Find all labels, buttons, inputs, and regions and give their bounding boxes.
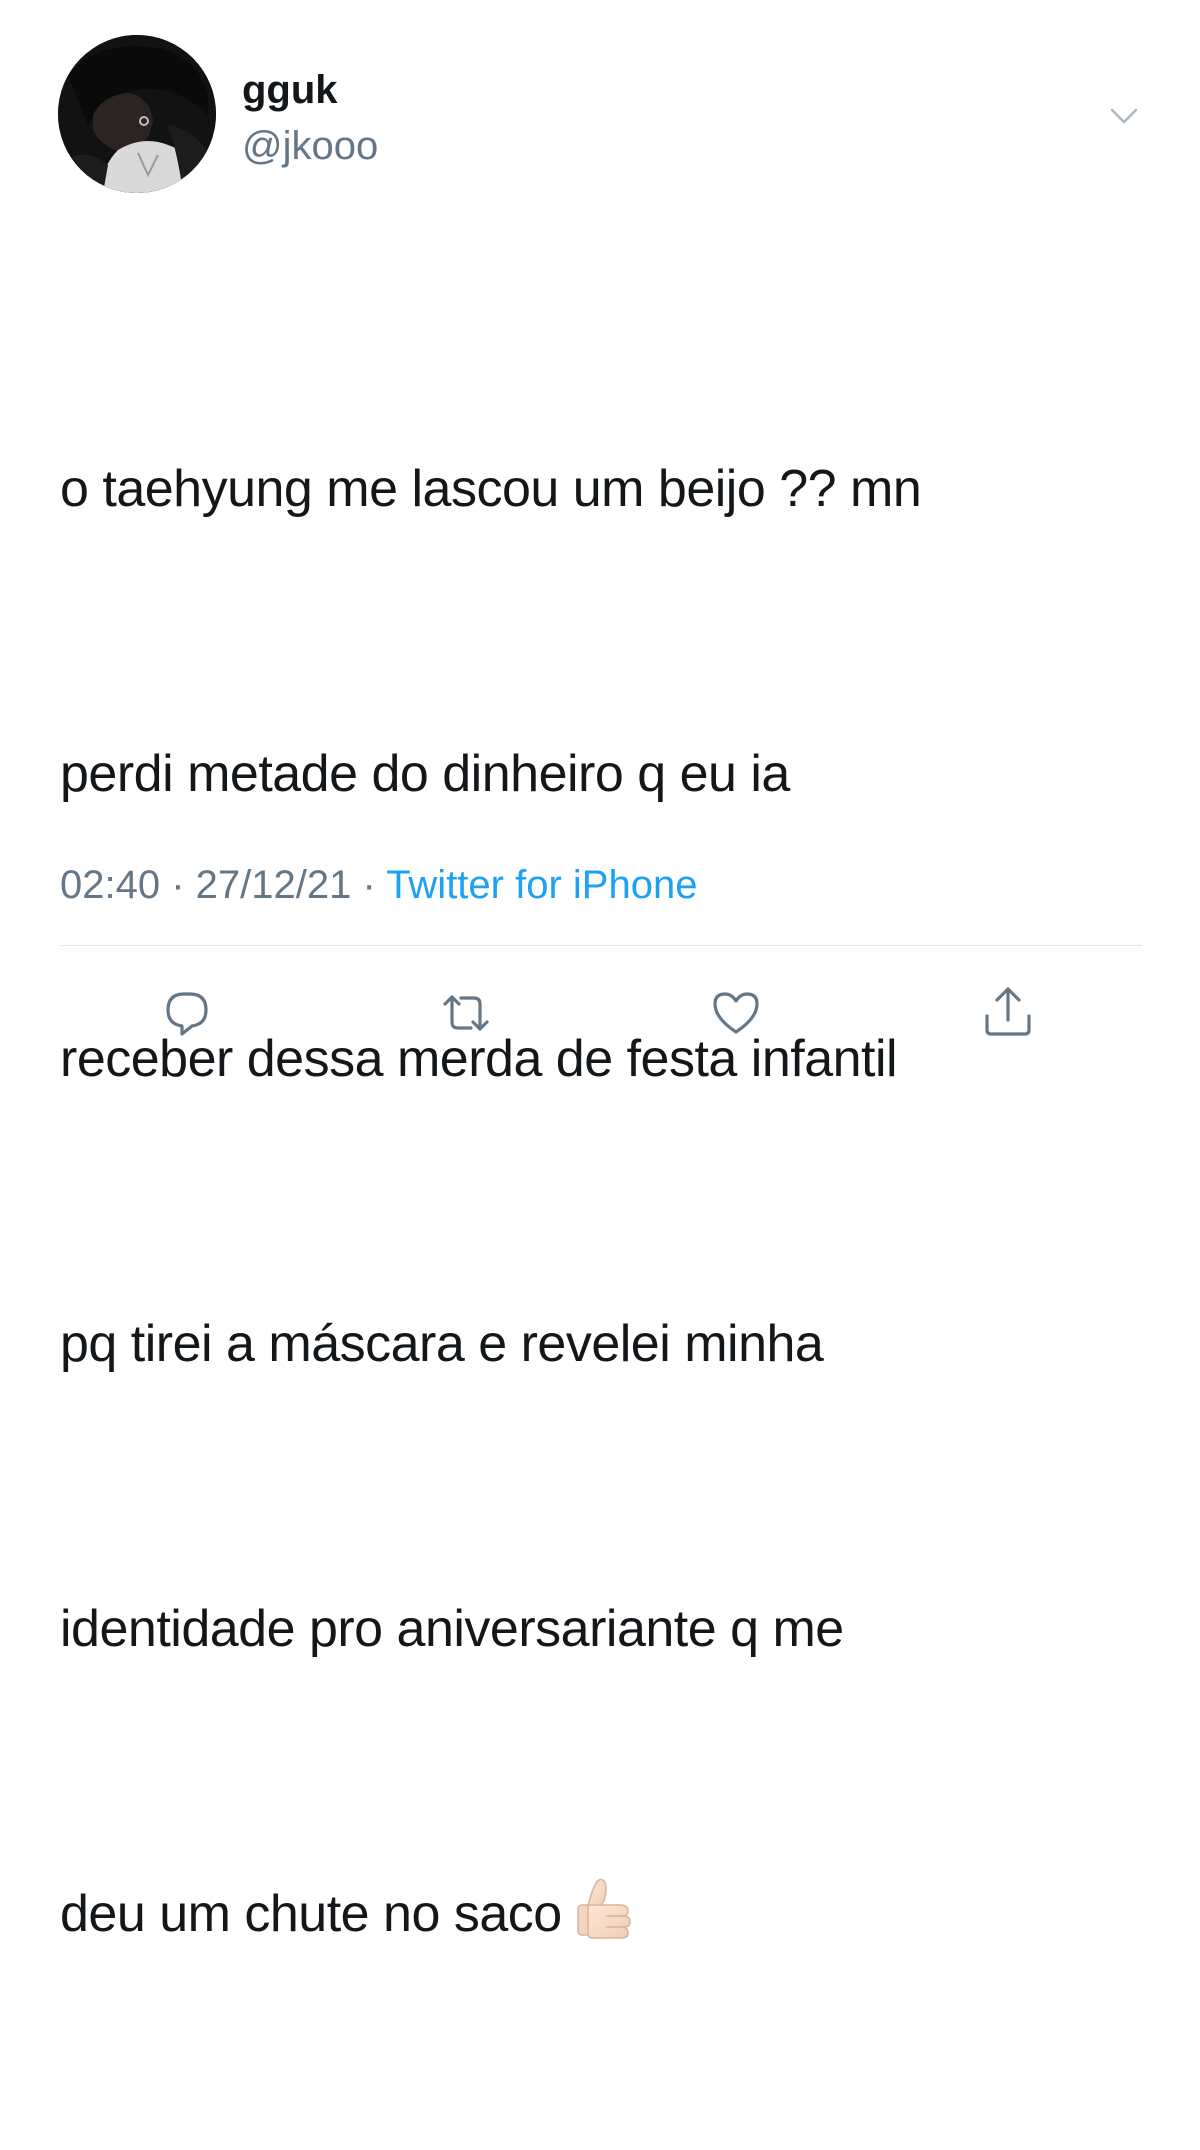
tweet-text-line: perdi metade do dinheiro q eu ia bbox=[60, 745, 790, 803]
reply-icon bbox=[166, 992, 208, 1036]
tweet-text-line: identidade pro aniversariante q me bbox=[60, 1600, 844, 1658]
user-handle[interactable]: @jkooo bbox=[242, 122, 378, 170]
like-button[interactable] bbox=[703, 980, 769, 1046]
share-icon bbox=[985, 987, 1031, 1036]
tweet-text-line: o taehyung me lascou um beijo ?? mn bbox=[60, 460, 922, 518]
tweet-time: 02:40 bbox=[60, 863, 161, 907]
tweet-detail: gguk @jkooo o taehyung me lascou um beij… bbox=[0, 0, 1200, 1943]
retweet-button[interactable] bbox=[433, 980, 499, 1046]
tweet-text: o taehyung me lascou um beijo ?? mn perd… bbox=[60, 252, 1150, 2150]
tweet-text-last-line: deu um chute no saco bbox=[60, 1867, 1150, 1962]
display-name[interactable]: gguk bbox=[242, 66, 338, 114]
tweet-date: 27/12/21 bbox=[195, 863, 352, 907]
tweet-meta: 02:40 · 27/12/21 · Twitter for iPhone bbox=[60, 860, 697, 910]
tweet-text-line: deu um chute no saco bbox=[60, 1885, 562, 1943]
chevron-down-icon[interactable] bbox=[1104, 100, 1144, 130]
meta-separator: · bbox=[351, 863, 387, 907]
tweet-text-line: pq tirei a máscara e revelei minha bbox=[60, 1315, 824, 1373]
reply-button[interactable] bbox=[154, 980, 220, 1046]
tweet-source-link[interactable]: Twitter for iPhone bbox=[386, 863, 697, 907]
avatar-image bbox=[58, 35, 216, 193]
thumbs-up-icon bbox=[570, 1875, 634, 1945]
avatar[interactable] bbox=[58, 35, 216, 193]
divider bbox=[60, 945, 1142, 946]
share-button[interactable] bbox=[975, 980, 1041, 1046]
meta-separator: · bbox=[160, 863, 196, 907]
heart-icon bbox=[713, 992, 759, 1034]
action-bar bbox=[0, 980, 1200, 1050]
retweet-icon bbox=[443, 995, 489, 1031]
